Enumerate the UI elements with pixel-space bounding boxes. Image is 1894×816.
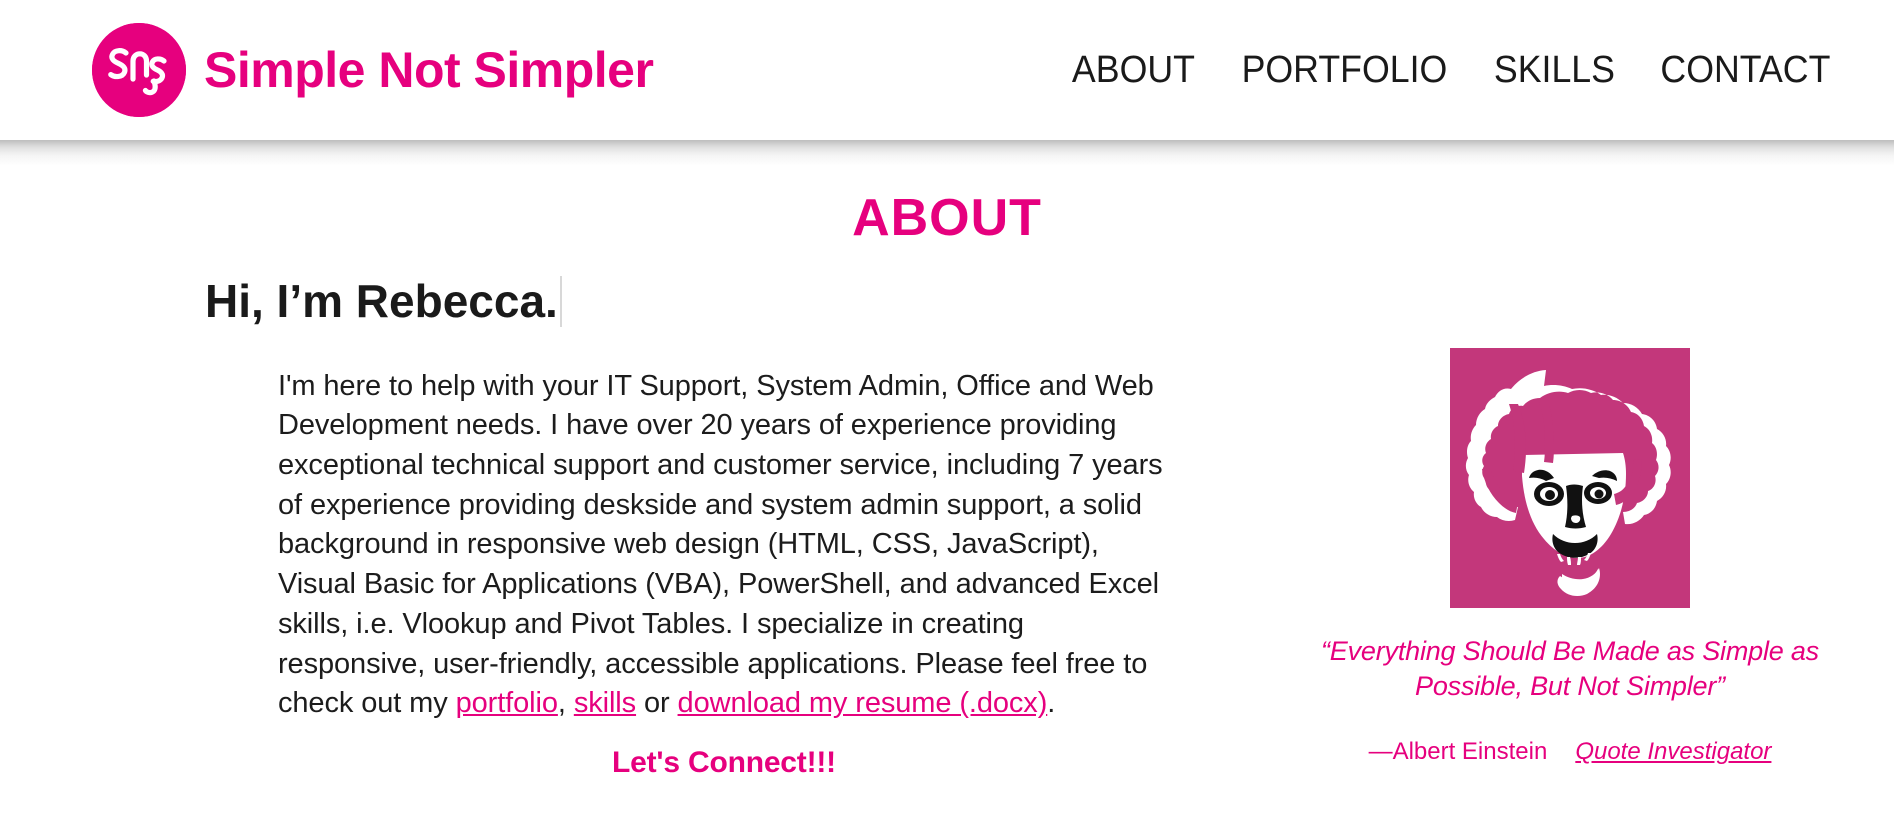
main-navigation: ABOUT PORTFOLIO SKILLS CONTACT: [1068, 49, 1846, 92]
sns-monogram-icon: [92, 23, 186, 117]
nav-item-skills[interactable]: SKILLS: [1494, 49, 1615, 92]
resume-download-link[interactable]: download my resume (.docx): [678, 687, 1048, 719]
bio-separator-or: or: [636, 687, 678, 720]
portfolio-link[interactable]: portfolio: [456, 687, 558, 719]
quote-column: “Everything Should Be Made as Simple as …: [1270, 248, 1894, 766]
lets-connect-heading: Let's Connect!!!: [612, 746, 836, 780]
site-header: Simple Not Simpler ABOUT PORTFOLIO SKILL…: [0, 0, 1894, 166]
bio-text: I'm here to help with your IT Support, S…: [278, 369, 1163, 720]
bio-paragraph: I'm here to help with your IT Support, S…: [205, 367, 1170, 724]
nav-item-contact[interactable]: CONTACT: [1661, 49, 1831, 92]
about-content-row: Hi, I’m Rebecca. I'm here to help with y…: [0, 248, 1894, 780]
brand-home-link[interactable]: Simple Not Simpler: [92, 23, 654, 117]
quote-author: —Albert Einstein: [1368, 738, 1548, 766]
quote-investigator-link[interactable]: Quote Investigator: [1575, 738, 1771, 766]
bio-separator-comma: ,: [557, 687, 574, 720]
einstein-portrait-icon: [1450, 348, 1690, 608]
brand-name: Simple Not Simpler: [204, 42, 654, 98]
einstein-quote: “Everything Should Be Made as Simple as …: [1321, 636, 1819, 701]
skills-link[interactable]: skills: [574, 687, 636, 719]
nav-item-portfolio[interactable]: PORTFOLIO: [1242, 49, 1448, 92]
page-title: ABOUT: [852, 189, 1042, 247]
nav-item-about[interactable]: ABOUT: [1072, 49, 1195, 92]
bio-end-period: .: [1047, 687, 1056, 720]
page-content: ABOUT Hi, I’m Rebecca. I'm here to help …: [0, 140, 1894, 780]
intro-heading: Hi, I’m Rebecca.: [205, 276, 562, 327]
about-text-column: Hi, I’m Rebecca. I'm here to help with y…: [0, 248, 1270, 780]
quote-attribution: —Albert Einstein Quote Investigator: [1310, 738, 1830, 766]
